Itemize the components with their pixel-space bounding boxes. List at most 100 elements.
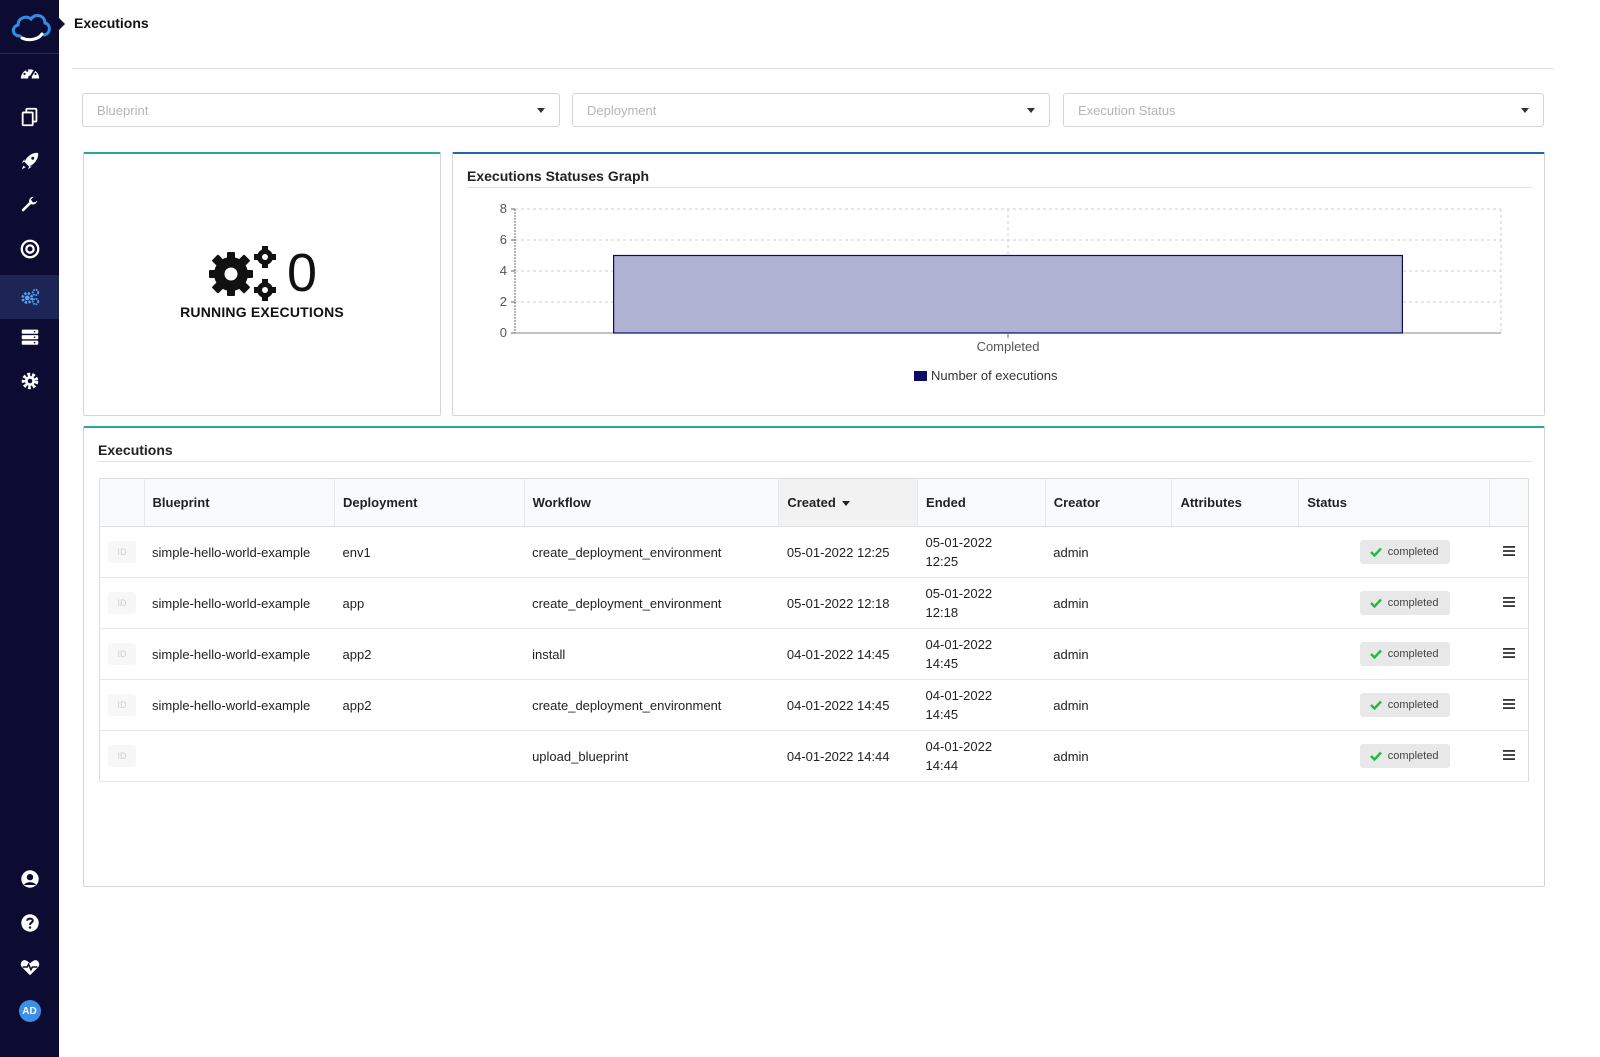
id-cell: ID — [99, 679, 144, 731]
execution-status-filter-dropdown[interactable]: Execution Status — [1063, 93, 1544, 127]
creator-cell: admin — [1045, 577, 1172, 629]
legend-label[interactable]: Number of executions — [931, 368, 1058, 383]
nav-system-resources[interactable] — [0, 315, 59, 359]
checkmark-icon — [1369, 649, 1382, 659]
nav-help[interactable] — [0, 901, 59, 945]
running-executions-widget: 0 RUNNING EXECUTIONS — [83, 152, 441, 416]
graph-title-divider — [467, 187, 1532, 188]
nav-settings[interactable] — [0, 359, 59, 403]
id-tag[interactable]: ID — [108, 592, 136, 614]
table-row[interactable]: ID upload_blueprint 04-01-2022 14:44 04-01-… — [99, 730, 1529, 782]
y-tick-label: 6 — [500, 232, 507, 247]
menu-icon[interactable] — [1502, 749, 1516, 761]
attributes-cell — [1171, 679, 1299, 731]
cloud-logo-icon[interactable] — [0, 0, 59, 54]
avatar-initials: AD — [18, 1000, 41, 1022]
ended-cell: 04-01-2022 14:44 — [917, 730, 1046, 782]
status-badge: completed — [1359, 540, 1451, 564]
attributes-cell — [1171, 577, 1299, 629]
page-title: Executions — [74, 15, 149, 31]
blueprints-icon — [21, 107, 37, 127]
creator-cell: admin — [1045, 526, 1172, 578]
actions-cell — [1489, 730, 1529, 782]
column-header-created-label: Created — [787, 495, 836, 510]
checkmark-icon — [1369, 751, 1382, 761]
ended-date: 04-01-2022 — [925, 739, 993, 754]
id-tag[interactable]: ID — [108, 541, 136, 563]
nav-blueprints[interactable] — [0, 95, 59, 139]
column-header-workflow[interactable]: Workflow — [523, 478, 779, 527]
executions-table: Blueprint Deployment Workflow Created En… — [99, 478, 1529, 782]
chevron-down-icon — [1027, 107, 1035, 113]
checkmark-icon — [1369, 598, 1382, 608]
deployment-cell: env1 — [334, 526, 525, 578]
column-header-deployment[interactable]: Deployment — [334, 478, 525, 527]
id-tag[interactable]: ID — [108, 745, 136, 767]
rocket-icon — [21, 152, 38, 170]
blueprint-cell: simple-hello-world-example — [144, 679, 335, 731]
wrench-icon — [21, 196, 37, 212]
blueprint-filter-dropdown[interactable]: Blueprint — [82, 93, 560, 127]
menu-icon[interactable] — [1502, 596, 1516, 608]
menu-icon[interactable] — [1502, 545, 1516, 557]
actions-cell — [1489, 679, 1529, 731]
column-header-creator[interactable]: Creator — [1044, 478, 1172, 527]
checkmark-icon — [1369, 547, 1382, 557]
executions-table-widget: Executions Blueprint Deployment Workflow… — [83, 426, 1545, 887]
y-tick-label: 8 — [500, 201, 507, 216]
nav-dashboard[interactable] — [0, 51, 59, 95]
cogs-icon — [208, 246, 276, 301]
nav-executions[interactable] — [0, 275, 59, 319]
deployment-filter-dropdown[interactable]: Deployment — [572, 93, 1050, 127]
table-row[interactable]: ID simple-hello-world-example app2 create_d… — [99, 679, 1529, 731]
running-executions-count: 0 — [286, 243, 318, 303]
gear-icon — [21, 372, 38, 390]
actions-cell — [1489, 526, 1529, 578]
actions-cell — [1489, 628, 1529, 680]
nav-plugins[interactable] — [0, 183, 59, 227]
status-cell: completed — [1298, 577, 1490, 629]
id-tag[interactable]: ID — [108, 643, 136, 665]
column-header-blueprint[interactable]: Blueprint — [143, 478, 335, 527]
x-tick-label: Completed — [977, 339, 1040, 354]
executions-title-divider — [98, 461, 1532, 462]
help-icon — [20, 914, 39, 932]
ended-date: 04-01-2022 — [925, 637, 993, 652]
execution-status-filter-placeholder: Execution Status — [1078, 102, 1176, 118]
server-icon — [21, 329, 38, 345]
legend-swatch — [914, 371, 927, 381]
nav-deployments[interactable] — [0, 139, 59, 183]
column-header-ended[interactable]: Ended — [917, 478, 1046, 527]
column-header-id — [99, 478, 144, 527]
created-cell: 05-01-2022 12:18 — [778, 577, 918, 629]
ended-time: 12:18 — [925, 605, 959, 620]
id-cell: ID — [99, 628, 144, 680]
ended-cell: 05-01-2022 12:25 — [917, 526, 1046, 578]
nav-health[interactable] — [0, 945, 59, 989]
status-label: completed — [1387, 546, 1439, 558]
bar-completed[interactable] — [613, 254, 1403, 334]
avatar[interactable]: AD — [0, 989, 59, 1033]
y-tick-label: 2 — [500, 294, 507, 309]
nav-user[interactable] — [0, 857, 59, 901]
status-label: completed — [1387, 597, 1439, 609]
id-cell: ID — [99, 577, 144, 629]
column-header-status[interactable]: Status — [1298, 478, 1490, 527]
sidebar: AD — [0, 0, 59, 1057]
menu-icon[interactable] — [1502, 647, 1516, 659]
deployment-filter-placeholder: Deployment — [587, 102, 657, 118]
creator-cell: admin — [1045, 730, 1172, 782]
table-row[interactable]: ID simple-hello-world-example app create_de… — [99, 577, 1529, 629]
breadcrumb-caret-icon — [59, 18, 65, 30]
nav-sites[interactable] — [0, 227, 59, 271]
status-label: completed — [1387, 699, 1439, 711]
column-header-created[interactable]: Created — [778, 478, 918, 527]
table-row[interactable]: ID simple-hello-world-example env1 create_d… — [99, 526, 1529, 578]
workflow-cell: upload_blueprint — [524, 730, 779, 782]
table-row[interactable]: ID simple-hello-world-example app2 install 0… — [99, 628, 1529, 680]
id-tag[interactable]: ID — [108, 694, 136, 716]
deployment-cell — [334, 730, 525, 782]
y-tick-label: 0 — [500, 325, 507, 340]
menu-icon[interactable] — [1502, 698, 1516, 710]
status-label: completed — [1387, 648, 1439, 660]
